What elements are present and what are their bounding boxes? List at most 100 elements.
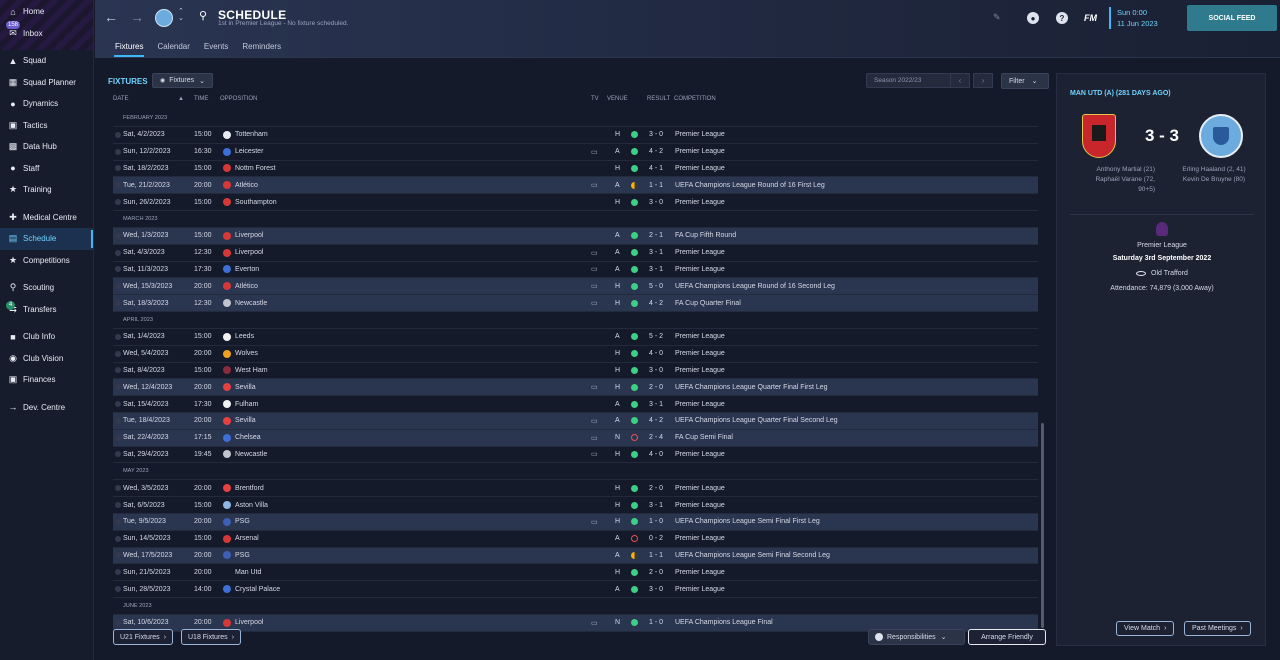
column-opposition[interactable]: OPPOSITION xyxy=(220,96,257,102)
opponent-name[interactable]: Newcastle xyxy=(235,451,267,458)
sidebar-item-staff[interactable]: ● Staff xyxy=(0,158,93,180)
opponent-name[interactable]: Brentford xyxy=(235,485,264,492)
fixture-score[interactable]: 5 - 2 xyxy=(649,333,663,340)
opponent-name[interactable]: Arsenal xyxy=(235,535,259,542)
table-row[interactable]: Sat, 29/4/2023 19:45 Newcastle ▭ H 4 - 0 Premi… xyxy=(113,447,1038,464)
fixture-competition[interactable]: Premier League xyxy=(675,199,725,206)
opponent-name[interactable]: Chelsea xyxy=(235,434,261,441)
fixture-score[interactable]: 4 - 2 xyxy=(649,148,663,155)
sidebar-item-schedule[interactable]: ▤ Schedule xyxy=(0,228,93,250)
fixture-score[interactable]: 2 - 0 xyxy=(649,384,663,391)
row-select-icon[interactable] xyxy=(115,249,121,256)
season-selector[interactable]: Season 2022/23 xyxy=(866,73,954,88)
fixture-competition[interactable]: Premier League xyxy=(675,502,725,509)
tab-events[interactable]: Events xyxy=(197,40,235,57)
table-row[interactable]: Tue, 21/2/2023 20:00 Atlético ▭ A 1 - 1 UEFA C… xyxy=(113,177,1038,195)
fixture-score[interactable]: 4 - 1 xyxy=(649,165,663,172)
view-dropdown[interactable]: ◉ Fixtures ⌄ xyxy=(152,73,214,88)
opponent-name[interactable]: Man Utd xyxy=(235,569,261,576)
fixture-score[interactable]: 4 - 0 xyxy=(649,350,663,357)
fixture-competition[interactable]: FA Cup Fifth Round xyxy=(675,232,736,239)
row-select-icon[interactable] xyxy=(115,401,121,408)
table-row[interactable]: Wed, 1/3/2023 15:00 Liverpool A 2 - 1 FA Cup … xyxy=(113,227,1038,245)
table-row[interactable]: Wed, 12/4/2023 20:00 Sevilla ▭ H 2 - 0 UEFA Ch… xyxy=(113,379,1038,397)
sidebar-item-club-info[interactable]: ■ Club Info xyxy=(0,326,93,348)
help-icon[interactable]: ? xyxy=(1056,12,1068,24)
opponent-name[interactable]: Sevilla xyxy=(235,384,256,391)
row-select-icon[interactable] xyxy=(115,619,121,626)
row-select-icon[interactable] xyxy=(115,333,121,340)
table-row[interactable]: Sat, 22/4/2023 17:15 Chelsea ▭ N 2 - 4 FA Cup … xyxy=(113,429,1038,447)
fixture-score[interactable]: 4 - 2 xyxy=(649,417,663,424)
row-select-icon[interactable] xyxy=(115,535,121,542)
table-row[interactable]: Tue, 9/5/2023 20:00 PSG ▭ H 1 - 0 UEFA Champio… xyxy=(113,513,1038,531)
table-row[interactable]: Wed, 3/5/2023 20:00 Brentford H 2 - 0 Premier… xyxy=(113,480,1038,498)
fixture-score[interactable]: 3 - 0 xyxy=(649,131,663,138)
opponent-name[interactable]: Southampton xyxy=(235,199,277,206)
opponent-name[interactable]: West Ham xyxy=(235,367,268,374)
fixture-competition[interactable]: Premier League xyxy=(675,249,725,256)
fixture-competition[interactable]: UEFA Champions League Quarter Final Firs… xyxy=(675,384,828,391)
sidebar-item-club-vision[interactable]: ◉ Club Vision xyxy=(0,348,93,370)
fixture-score[interactable]: 2 - 0 xyxy=(649,569,663,576)
sidebar-item-tactics[interactable]: ▣ Tactics xyxy=(0,115,93,137)
sidebar-item-home[interactable]: ⌂ Home xyxy=(0,1,93,23)
table-row[interactable]: Tue, 18/4/2023 20:00 Sevilla ▭ A 4 - 2 UEFA Ch… xyxy=(113,412,1038,430)
sidebar-item-training[interactable]: ★ Training xyxy=(0,179,93,201)
away-team-crest-icon[interactable] xyxy=(1199,114,1243,158)
row-select-icon[interactable] xyxy=(115,232,121,239)
table-row[interactable]: Sun, 26/2/2023 15:00 Southampton H 3 - 0 Prem… xyxy=(113,194,1038,211)
past-meetings-button[interactable]: Past Meetings › xyxy=(1184,621,1251,636)
fixture-competition[interactable]: UEFA Champions League Semi Final Second … xyxy=(675,552,830,559)
opponent-name[interactable]: Fulham xyxy=(235,401,258,408)
fixture-competition[interactable]: Premier League xyxy=(675,569,725,576)
fixture-competition[interactable]: Premier League xyxy=(675,165,725,172)
column-tv[interactable]: TV xyxy=(591,96,599,102)
row-select-icon[interactable] xyxy=(115,569,121,576)
fixture-score[interactable]: 3 - 1 xyxy=(649,401,663,408)
fixture-score[interactable]: 4 - 0 xyxy=(649,451,663,458)
back-arrow-icon[interactable]: ← xyxy=(104,9,118,25)
fixture-competition[interactable]: Premier League xyxy=(675,350,725,357)
row-select-icon[interactable] xyxy=(115,367,121,374)
row-select-icon[interactable] xyxy=(115,502,121,509)
fm-menu-icon[interactable]: FM xyxy=(1084,13,1097,23)
table-row[interactable]: Sat, 18/2/2023 15:00 Nottm Forest H 4 - 1 Pre… xyxy=(113,161,1038,178)
opponent-name[interactable]: Aston Villa xyxy=(235,502,268,509)
fixture-score[interactable]: 4 - 2 xyxy=(649,300,663,307)
row-select-icon[interactable] xyxy=(115,350,121,357)
fixture-score[interactable]: 3 - 1 xyxy=(649,266,663,273)
search-icon[interactable]: ⚲ xyxy=(199,9,207,22)
column-result[interactable]: RESULT xyxy=(647,96,670,102)
fixture-score[interactable]: 3 - 1 xyxy=(649,249,663,256)
fixture-score[interactable]: 3 - 0 xyxy=(649,199,663,206)
table-row[interactable]: Sun, 21/5/2023 20:00 Man Utd H 2 - 0 Premier … xyxy=(113,564,1038,582)
row-select-icon[interactable] xyxy=(115,485,121,492)
club-switcher-icon[interactable]: ⌃ ⌄ xyxy=(178,8,184,22)
row-select-icon[interactable] xyxy=(115,451,121,458)
club-crest-icon[interactable] xyxy=(155,9,173,27)
sidebar-item-squad[interactable]: ▲ Squad xyxy=(0,50,93,72)
scrollbar[interactable] xyxy=(1041,423,1044,628)
fixture-score[interactable]: 1 - 0 xyxy=(649,619,663,626)
fixture-competition[interactable]: Premier League xyxy=(675,131,725,138)
row-select-icon[interactable] xyxy=(115,283,121,290)
opponent-name[interactable]: Atlético xyxy=(235,283,258,290)
table-row[interactable]: Wed, 15/3/2023 20:00 Atlético ▭ H 5 - 0 UEFA C… xyxy=(113,278,1038,296)
fixture-score[interactable]: 2 - 4 xyxy=(649,434,663,441)
fixture-competition[interactable]: Premier League xyxy=(675,266,725,273)
opponent-name[interactable]: Crystal Palace xyxy=(235,586,280,593)
row-select-icon[interactable] xyxy=(115,300,121,307)
opponent-name[interactable]: Tottenham xyxy=(235,131,268,138)
u21-fixtures-button[interactable]: U21 Fixtures › xyxy=(113,629,174,645)
opponent-name[interactable]: Atlético xyxy=(235,182,258,189)
table-row[interactable]: Sat, 15/4/2023 17:30 Fulham A 3 - 1 Premier L… xyxy=(113,396,1038,413)
fixture-competition[interactable]: UEFA Champions League Round of 16 First … xyxy=(675,182,825,189)
sidebar-item-dev-centre[interactable]: → Dev. Centre xyxy=(0,397,93,419)
table-row[interactable]: Sun, 12/2/2023 16:30 Leicester ▭ A 4 - 2 Premi… xyxy=(113,144,1038,161)
fixture-score[interactable]: 3 - 0 xyxy=(649,367,663,374)
fixture-competition[interactable]: UEFA Champions League Semi Final First L… xyxy=(675,518,820,525)
opponent-name[interactable]: Leicester xyxy=(235,148,263,155)
column-venue[interactable]: VENUE xyxy=(607,96,628,102)
fixture-competition[interactable]: Premier League xyxy=(675,451,725,458)
